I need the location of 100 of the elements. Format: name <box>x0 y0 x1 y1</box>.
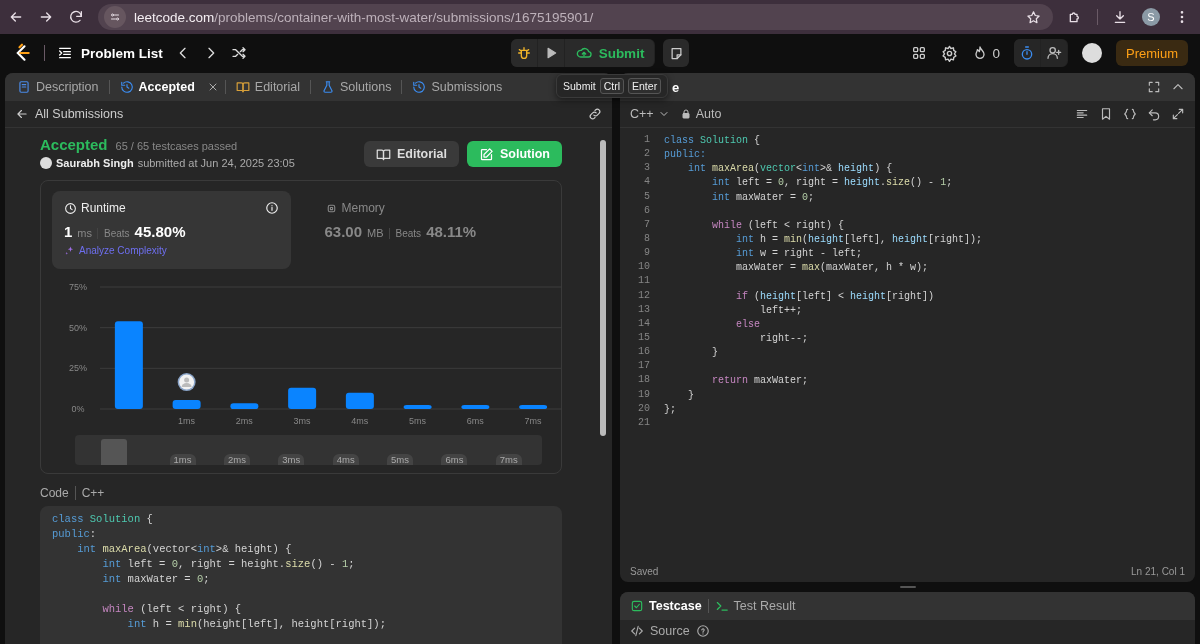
panel-tab[interactable]: Accepted <box>115 78 199 96</box>
run-button[interactable] <box>537 39 564 67</box>
panel-tab[interactable]: Submissions <box>408 78 507 96</box>
panel-tab[interactable]: Testcase <box>630 599 702 613</box>
streak-counter[interactable]: 0 <box>972 45 1000 61</box>
help-icon[interactable] <box>695 624 710 638</box>
panel-tab[interactable]: Description <box>13 78 103 96</box>
code-line: int left = 0, right = height.size() - 1; <box>711 176 953 191</box>
line-number: 20 <box>637 401 651 416</box>
checkbox-icon <box>630 599 644 613</box>
chart-bar <box>288 387 317 409</box>
stat-value: 63.00 <box>324 223 363 240</box>
beats-percent: 45.80% <box>134 223 186 240</box>
debug-button[interactable] <box>510 39 537 67</box>
user-avatar[interactable] <box>1082 43 1102 63</box>
code-line: int h = min(height[left], height[right]); <box>735 233 983 247</box>
chart-bar <box>172 400 201 409</box>
arrow-left-icon <box>15 107 29 121</box>
slider-label: 7ms <box>495 454 522 465</box>
forward-icon[interactable] <box>38 9 54 25</box>
problem-list-button[interactable]: Problem List <box>57 45 163 61</box>
info-icon[interactable] <box>264 201 279 215</box>
link-icon[interactable] <box>588 107 602 121</box>
keyboard-key: Ctrl <box>599 78 625 94</box>
line-number: 13 <box>637 302 651 317</box>
back-icon[interactable] <box>8 9 24 25</box>
beats-percent: 48.11% <box>426 223 477 240</box>
code-line: else <box>735 317 760 332</box>
source-label[interactable]: Source <box>650 624 690 638</box>
all-submissions-link[interactable]: All Submissions <box>15 107 124 121</box>
line-number: 3 <box>643 161 651 176</box>
line-number: 5 <box>643 189 651 204</box>
editorial-button[interactable]: Editorial <box>364 141 459 167</box>
beats-label: Beats <box>97 228 130 239</box>
line-number: 12 <box>637 288 651 303</box>
code-line: left++; <box>759 303 803 318</box>
address-bar[interactable]: leetcode.com/problems/container-with-most-water/submissions/1675195901/ <box>98 4 1053 30</box>
code-line: int maxWater = 0; <box>101 572 211 587</box>
line-number: 17 <box>637 359 651 374</box>
code-line: class Solution { <box>664 134 761 148</box>
code-line: public: <box>52 527 98 542</box>
panel-tab[interactable]: Editorial <box>231 78 304 96</box>
undo-icon[interactable] <box>1147 107 1161 121</box>
line-number: 9 <box>643 246 651 261</box>
fullscreen-icon[interactable] <box>1147 80 1161 94</box>
panel-tab[interactable]: Test Result <box>714 599 796 613</box>
slider-label: 4ms <box>332 454 359 465</box>
stat-card[interactable]: Memory 63.00 MB Beats 48.11% <box>312 191 551 269</box>
star-icon[interactable] <box>1026 9 1041 25</box>
stat-unit: MB <box>367 227 384 239</box>
axis-label: 25% <box>69 363 87 374</box>
expand-icon[interactable] <box>1171 107 1185 121</box>
panel-title: e <box>672 79 681 95</box>
slider-label: 5ms <box>387 454 414 465</box>
code-line: int w = right - left; <box>735 247 863 262</box>
premium-button[interactable]: Premium <box>1116 40 1188 66</box>
chart-bar <box>345 392 374 409</box>
tooltip-text: Submit <box>563 80 596 92</box>
code-line: int h = min(height[left], height[right]); <box>126 617 387 632</box>
code-line: maxWater = max(maxWater, h * w); <box>735 261 929 276</box>
axis-label: 1ms <box>178 416 196 426</box>
notes-button[interactable] <box>663 39 690 67</box>
code-line: int left = 0, right = height.size() - 1; <box>101 557 356 572</box>
axis-label: 0% <box>71 404 85 414</box>
language-dropdown[interactable]: C++ <box>630 107 670 121</box>
braces-icon[interactable] <box>1123 107 1137 121</box>
add-friend-button[interactable] <box>1041 39 1067 67</box>
scrollbar-thumb[interactable] <box>600 140 606 436</box>
axis-label: 50% <box>69 322 87 333</box>
code-label: Code <box>40 486 69 500</box>
axis-label: 75% <box>69 282 87 292</box>
shuffle-icon[interactable] <box>230 45 247 61</box>
flask-icon <box>321 80 335 94</box>
align-left-icon[interactable] <box>1075 107 1089 121</box>
result-status: Accepted <box>40 136 108 153</box>
chart-bar <box>519 404 548 409</box>
user-avatar-marker <box>177 373 196 392</box>
book-icon <box>376 146 391 162</box>
layout-grid-icon[interactable] <box>911 45 928 61</box>
document-icon <box>17 80 31 94</box>
settings-icon[interactable] <box>941 44 959 62</box>
panel-tab[interactable]: Solutions <box>317 78 396 96</box>
code-line: int maxWater = 0; <box>711 190 815 205</box>
code-line: class Solution { <box>52 512 154 527</box>
slider-label: 1ms <box>169 454 196 465</box>
site-info-icon[interactable] <box>104 6 126 28</box>
range-slider[interactable]: 1ms 2ms 3ms 4ms 5ms 6ms 7ms <box>75 435 542 465</box>
slider-handle[interactable] <box>101 439 128 465</box>
timer-button[interactable] <box>1014 39 1040 67</box>
resize-handle[interactable] <box>899 586 916 588</box>
terminal-icon <box>714 599 729 613</box>
bookmark-icon[interactable] <box>1099 107 1113 121</box>
submit-button[interactable]: Submit <box>564 39 655 67</box>
stat-card[interactable]: Runtime 1 ms Beats 45.80% Analyze Complexity <box>52 191 291 269</box>
stat-value: 1 <box>64 223 73 240</box>
download-icon[interactable] <box>1112 9 1128 25</box>
stat-title: Runtime <box>64 201 126 215</box>
reload-icon[interactable] <box>68 9 84 25</box>
author-name[interactable]: Saurabh Singh <box>56 157 134 169</box>
save-status: Saved <box>630 565 659 577</box>
